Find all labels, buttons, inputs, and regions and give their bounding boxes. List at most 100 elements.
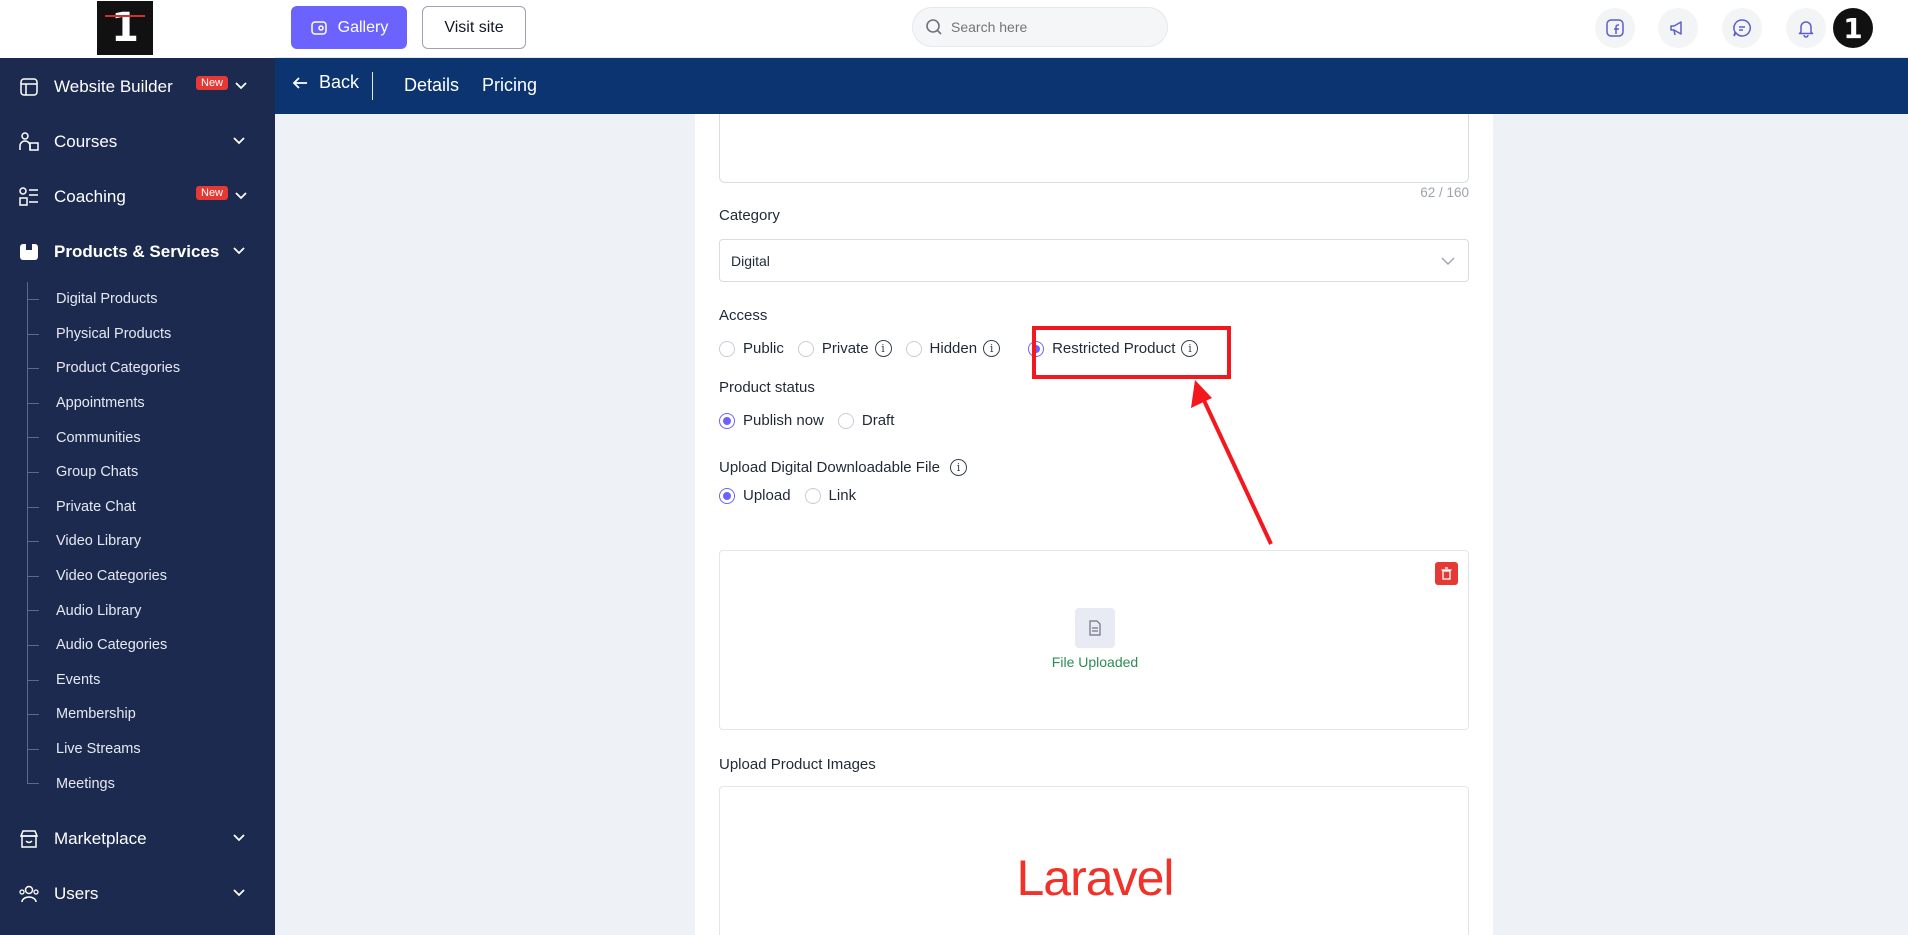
sidebar-item-marketplace[interactable]: Marketplace	[0, 811, 275, 866]
product-form: 62 / 160 Category Digital Access Public …	[695, 114, 1493, 935]
courses-icon	[18, 131, 40, 153]
sidebar-subitem[interactable]: Audio Library	[27, 593, 275, 628]
access-public-radio[interactable]: Public	[719, 340, 784, 357]
highlight-box	[1032, 326, 1231, 379]
divider	[372, 72, 373, 100]
trash-icon	[1441, 567, 1452, 580]
chevron-down-icon	[1441, 257, 1455, 265]
box-icon	[18, 241, 40, 263]
access-private-radio[interactable]: Private i	[797, 340, 892, 357]
link-radio[interactable]: Link	[804, 487, 857, 504]
status-radio-group: Publish now Draft	[719, 412, 908, 429]
gallery-button[interactable]: Gallery	[291, 6, 407, 49]
char-counter: 62 / 160	[1420, 185, 1469, 200]
sidebar-subitem[interactable]: Video Library	[27, 524, 275, 559]
gallery-icon	[310, 20, 327, 35]
search-input[interactable]	[951, 19, 1151, 35]
category-select[interactable]: Digital	[719, 239, 1469, 282]
sidebar-item-users[interactable]: Users	[0, 866, 275, 921]
chevron-down-icon	[235, 192, 247, 200]
sidebar-item-label: Coaching	[54, 186, 126, 206]
sidebar-subitem[interactable]: Events	[27, 663, 275, 698]
sidebar-subitem[interactable]: Product Categories	[27, 351, 275, 386]
info-icon[interactable]: i	[983, 340, 1001, 357]
sidebar-item-products-services[interactable]: Products & Services	[0, 224, 275, 279]
upload-radio-group: Upload Link	[719, 487, 870, 504]
search-box[interactable]	[912, 7, 1168, 47]
announcements-button[interactable]	[1658, 8, 1698, 48]
access-hidden-radio[interactable]: Hidden i	[905, 340, 1001, 357]
sidebar-subitem[interactable]: Audio Categories	[27, 628, 275, 663]
product-images-box[interactable]: Laravel	[719, 786, 1469, 935]
chevron-down-icon	[233, 247, 245, 255]
sidebar-subitem[interactable]: Physical Products	[27, 317, 275, 352]
chevron-down-icon	[233, 137, 245, 145]
bell-icon	[1798, 21, 1814, 38]
users-icon	[18, 883, 40, 905]
products-subnav: Digital Products Physical Products Produ…	[27, 282, 275, 801]
sidebar-item-coaching[interactable]: Coaching New	[0, 169, 275, 224]
facebook-icon	[1606, 19, 1624, 37]
sidebar-item-label: Courses	[54, 131, 118, 151]
sidebar-subitem[interactable]: Video Categories	[27, 559, 275, 594]
grid-icon	[18, 76, 40, 98]
product-images-label: Upload Product Images	[719, 756, 876, 773]
info-icon[interactable]: i	[949, 459, 967, 476]
upload-radio[interactable]: Upload	[719, 487, 791, 504]
sidebar-subitem[interactable]: Membership	[27, 697, 275, 732]
logo-area: 1	[0, 0, 275, 58]
sidebar-subitem[interactable]: Digital Products	[27, 282, 275, 317]
file-icon	[1075, 608, 1115, 648]
sidebar-subitem[interactable]: Appointments	[27, 386, 275, 421]
status-publish-radio[interactable]: Publish now	[719, 412, 824, 429]
sidebar-subitem[interactable]: Meetings	[27, 766, 275, 801]
gallery-button-label: Gallery	[337, 18, 389, 36]
facebook-button[interactable]	[1595, 8, 1635, 48]
sidebar-item-label: Website Builder	[54, 76, 173, 96]
sidebar-subitem[interactable]: Communities	[27, 420, 275, 455]
store-icon	[18, 828, 40, 850]
chevron-down-icon	[233, 834, 245, 842]
product-image-laravel-logo: Laravel	[1016, 850, 1175, 906]
description-textarea[interactable]	[719, 114, 1469, 183]
sidebar-subitem[interactable]: Group Chats	[27, 455, 275, 490]
sidebar-item-website-builder[interactable]: Website Builder New	[0, 59, 275, 114]
tab-details[interactable]: Details	[404, 75, 459, 96]
tab-pricing[interactable]: Pricing	[482, 75, 537, 96]
category-value: Digital	[731, 252, 770, 269]
access-label: Access	[719, 307, 768, 324]
top-bar: Gallery Visit site 1	[275, 0, 1908, 58]
radio-label: Publish now	[743, 412, 824, 429]
sidebar-item-label: Users	[54, 883, 99, 903]
avatar[interactable]: 1	[1833, 8, 1873, 48]
back-label: Back	[319, 72, 360, 92]
sidebar-subitem[interactable]: Private Chat	[27, 490, 275, 525]
chevron-down-icon	[233, 889, 245, 897]
status-draft-radio[interactable]: Draft	[837, 412, 894, 429]
chat-icon	[1733, 19, 1751, 37]
sidebar-item-label: Products & Services	[54, 241, 220, 261]
upload-file-label: Upload Digital Downloadable File i	[719, 459, 967, 476]
radio-label: Public	[743, 340, 784, 357]
new-badge: New	[196, 76, 229, 90]
back-button[interactable]: Back	[291, 72, 359, 93]
radio-label: Private	[821, 340, 869, 357]
radio-label: Link	[828, 487, 857, 504]
chevron-down-icon	[235, 82, 247, 90]
coaching-icon	[18, 186, 40, 208]
visit-site-button[interactable]: Visit site	[422, 6, 526, 49]
file-uploaded-status: File Uploaded	[1051, 654, 1139, 670]
sidebar-subitem[interactable]: Live Streams	[27, 732, 275, 767]
sidebar-item-label: Marketplace	[54, 828, 147, 848]
messages-button[interactable]	[1722, 8, 1762, 48]
sidebar: 1 Website Builder New Courses Coaching N…	[0, 0, 275, 935]
delete-file-button[interactable]	[1435, 562, 1458, 585]
sidebar-item-courses[interactable]: Courses	[0, 114, 275, 169]
category-label: Category	[719, 207, 780, 224]
radio-label: Hidden	[929, 340, 978, 357]
file-upload-box[interactable]: File Uploaded	[719, 550, 1469, 730]
notifications-button[interactable]	[1786, 8, 1826, 48]
info-icon[interactable]: i	[874, 340, 892, 357]
megaphone-icon	[1670, 21, 1682, 36]
logo[interactable]: 1	[97, 1, 153, 55]
